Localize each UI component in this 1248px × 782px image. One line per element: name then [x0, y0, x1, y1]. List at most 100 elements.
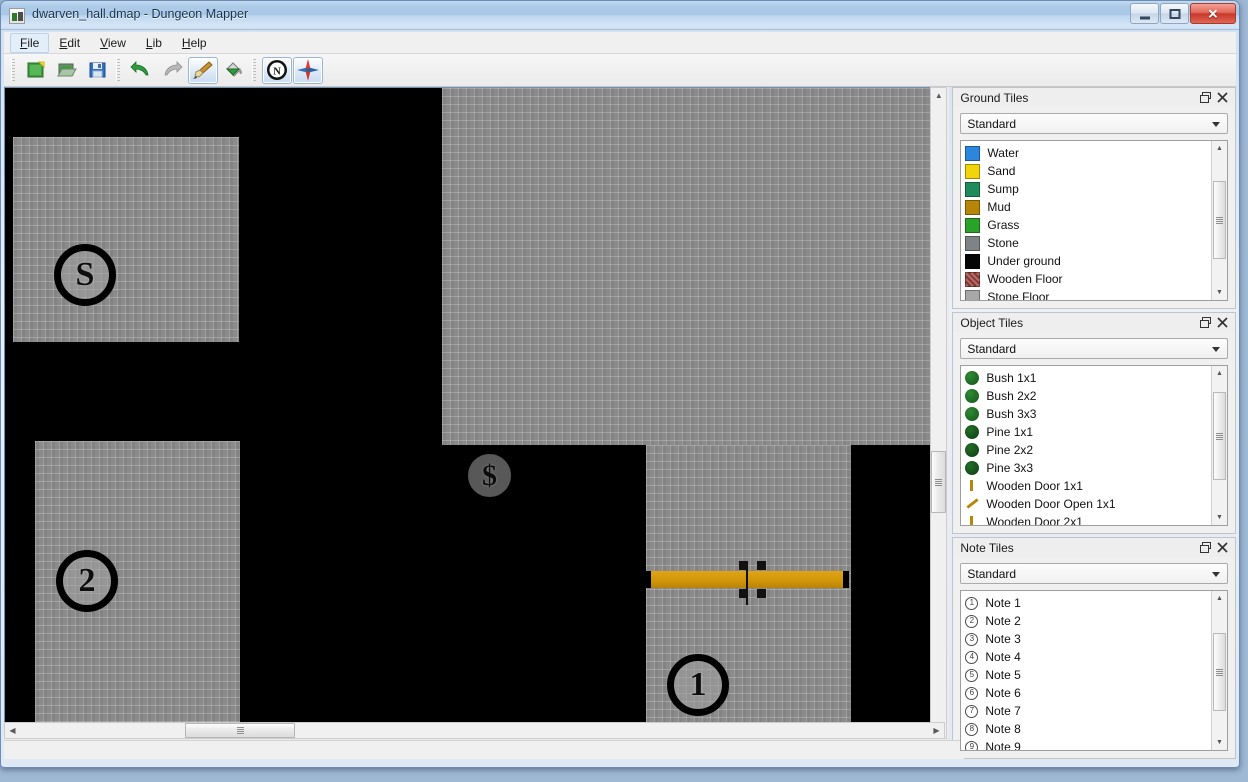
list-item[interactable]: Pine 2x2 — [965, 441, 1210, 459]
menu-file[interactable]: File — [10, 32, 50, 53]
object-tiles-panel-header: Object Tiles — [952, 312, 1236, 332]
list-item[interactable]: Wooden Door 2x1 — [965, 513, 1210, 525]
svg-text:N: N — [273, 67, 281, 78]
list-item[interactable]: Wooden Door 1x1 — [965, 477, 1210, 495]
list-scroll-thumb[interactable] — [1213, 633, 1226, 711]
wooden-door-icon — [965, 515, 979, 525]
object-tiles-listbox[interactable]: Bush 1x1 Bush 2x2 Bush 3x3 Pine 1x1 Pine… — [960, 365, 1228, 526]
list-item[interactable]: Bush 1x1 — [965, 369, 1210, 387]
list-scroll-down-arrow[interactable]: ▼ — [1212, 285, 1227, 300]
canvas-vertical-scrollbar[interactable]: ▲ ▼ — [930, 87, 948, 739]
door-frame-right — [843, 571, 849, 588]
menu-view[interactable]: View — [90, 33, 136, 53]
list-item[interactable]: Under ground — [965, 252, 1210, 270]
tile-swatch — [965, 235, 981, 251]
room-top-left — [13, 137, 239, 342]
restore-button[interactable] — [1160, 3, 1189, 24]
map-marker-note-2[interactable]: 2 — [56, 550, 118, 612]
ground-tiles-panel-body: Standard Water Sand Sump Mud Grass Stone… — [952, 107, 1236, 309]
list-item[interactable]: 8 Note 8 — [965, 720, 1210, 738]
list-item[interactable]: Sand — [965, 162, 1210, 180]
list-scroll-up-arrow[interactable]: ▲ — [1212, 141, 1227, 156]
note-tiles-listbox[interactable]: 1 Note 1 2 Note 2 3 Note 3 4 Note 4 5 Note 5 … — [960, 590, 1228, 751]
list-item[interactable]: Stone Floor — [965, 288, 1210, 300]
list-item[interactable]: 7 Note 7 — [965, 702, 1210, 720]
compass-rose-button[interactable] — [293, 56, 323, 84]
list-item[interactable]: Mud — [965, 198, 1210, 216]
list-scroll-up-arrow[interactable]: ▲ — [1212, 366, 1227, 381]
toolbar-grip-2[interactable] — [116, 59, 120, 81]
list-item[interactable]: 3 Note 3 — [965, 630, 1210, 648]
wooden-door[interactable] — [645, 561, 849, 605]
map-marker-start[interactable]: S — [54, 244, 116, 306]
list-item[interactable]: Sump — [965, 180, 1210, 198]
vertical-scroll-thumb[interactable] — [931, 451, 947, 513]
scroll-right-arrow[interactable]: ▶ — [929, 723, 944, 738]
list-scroll-thumb[interactable] — [1213, 392, 1226, 480]
ground-tiles-library-combo[interactable]: Standard — [960, 113, 1228, 134]
paint-bucket-icon — [225, 62, 243, 77]
open-map-button[interactable] — [52, 57, 82, 84]
note-tiles-list-scrollbar[interactable]: ▲ ▼ — [1211, 591, 1227, 750]
horizontal-scroll-thumb[interactable] — [185, 723, 295, 738]
list-item[interactable]: Grass — [965, 216, 1210, 234]
list-scroll-up-arrow[interactable]: ▲ — [1212, 591, 1227, 606]
brush-tool-button[interactable] — [188, 56, 218, 84]
ground-tiles-panel: Ground Tiles Standard Water Sand Sump Mu… — [952, 87, 1236, 309]
menu-lib[interactable]: Lib — [136, 33, 172, 53]
close-button[interactable]: ✕ — [1190, 3, 1236, 24]
menu-help[interactable]: Help — [172, 33, 217, 53]
list-item[interactable]: Pine 1x1 — [965, 423, 1210, 441]
object-tiles-panel-title: Object Tiles — [960, 315, 1024, 330]
menu-edit[interactable]: Edit — [49, 33, 90, 53]
float-window-icon[interactable] — [1197, 540, 1214, 556]
list-scroll-down-arrow[interactable]: ▼ — [1212, 735, 1227, 750]
close-icon[interactable] — [1214, 315, 1231, 331]
object-tiles-list-scrollbar[interactable]: ▲ ▼ — [1211, 366, 1227, 525]
list-item[interactable]: 5 Note 5 — [965, 666, 1210, 684]
list-item[interactable]: Pine 3x3 — [965, 459, 1210, 477]
list-scroll-thumb[interactable] — [1213, 181, 1226, 259]
ground-tiles-listbox[interactable]: Water Sand Sump Mud Grass Stone Under gr… — [960, 140, 1228, 301]
ground-tiles-list-scrollbar[interactable]: ▲ ▼ — [1211, 141, 1227, 300]
redo-button[interactable] — [157, 57, 187, 84]
toolbar-grip-3[interactable] — [252, 59, 256, 81]
redo-arrow-icon — [164, 61, 183, 76]
list-item[interactable]: 9 Note 9 — [965, 738, 1210, 750]
title-bar: dwarven_hall.dmap - Dungeon Mapper ✕ — [1, 1, 1239, 30]
save-map-button[interactable] — [83, 57, 113, 84]
object-tiles-library-combo[interactable]: Standard — [960, 338, 1228, 359]
canvas-horizontal-scrollbar[interactable]: ◀ ▶ — [4, 722, 945, 739]
undo-button[interactable] — [126, 57, 156, 84]
ground-tiles-panel-title: Ground Tiles — [960, 90, 1029, 105]
list-item[interactable]: Wooden Door Open 1x1 — [965, 495, 1210, 513]
list-item[interactable]: Water — [965, 144, 1210, 162]
list-item[interactable]: Bush 2x2 — [965, 387, 1210, 405]
map-marker-note-1[interactable]: 1 — [667, 654, 729, 716]
float-window-icon[interactable] — [1197, 90, 1214, 106]
north-marker-button[interactable]: N — [262, 56, 292, 84]
new-map-button[interactable] — [21, 57, 51, 84]
list-item[interactable]: Stone — [965, 234, 1210, 252]
close-icon[interactable] — [1214, 90, 1231, 106]
float-window-icon[interactable] — [1197, 315, 1214, 331]
list-scroll-down-arrow[interactable]: ▼ — [1212, 510, 1227, 525]
list-item[interactable]: Wooden Floor — [965, 270, 1210, 288]
note-tiles-library-combo[interactable]: Standard — [960, 563, 1228, 584]
close-icon[interactable] — [1214, 540, 1231, 556]
note-tiles-library-value: Standard — [967, 566, 1017, 581]
toolbar-grip[interactable] — [11, 59, 15, 81]
list-item[interactable]: 4 Note 4 — [965, 648, 1210, 666]
fill-tool-button[interactable] — [219, 57, 249, 84]
scroll-up-arrow[interactable]: ▲ — [931, 88, 946, 103]
map-canvas-region: S $ 2 1 ▲ ▼ ◀ ▶ — [4, 87, 964, 759]
minimize-button[interactable] — [1130, 3, 1159, 24]
list-item[interactable]: 2 Note 2 — [965, 612, 1210, 630]
note-circle-icon: 3 — [965, 632, 979, 646]
list-item[interactable]: 1 Note 1 — [965, 594, 1210, 612]
map-marker-treasure[interactable]: $ — [462, 448, 517, 503]
list-item[interactable]: Bush 3x3 — [965, 405, 1210, 423]
scroll-left-arrow[interactable]: ◀ — [5, 723, 20, 738]
list-item[interactable]: 6 Note 6 — [965, 684, 1210, 702]
map-canvas[interactable]: S $ 2 1 — [4, 87, 945, 739]
